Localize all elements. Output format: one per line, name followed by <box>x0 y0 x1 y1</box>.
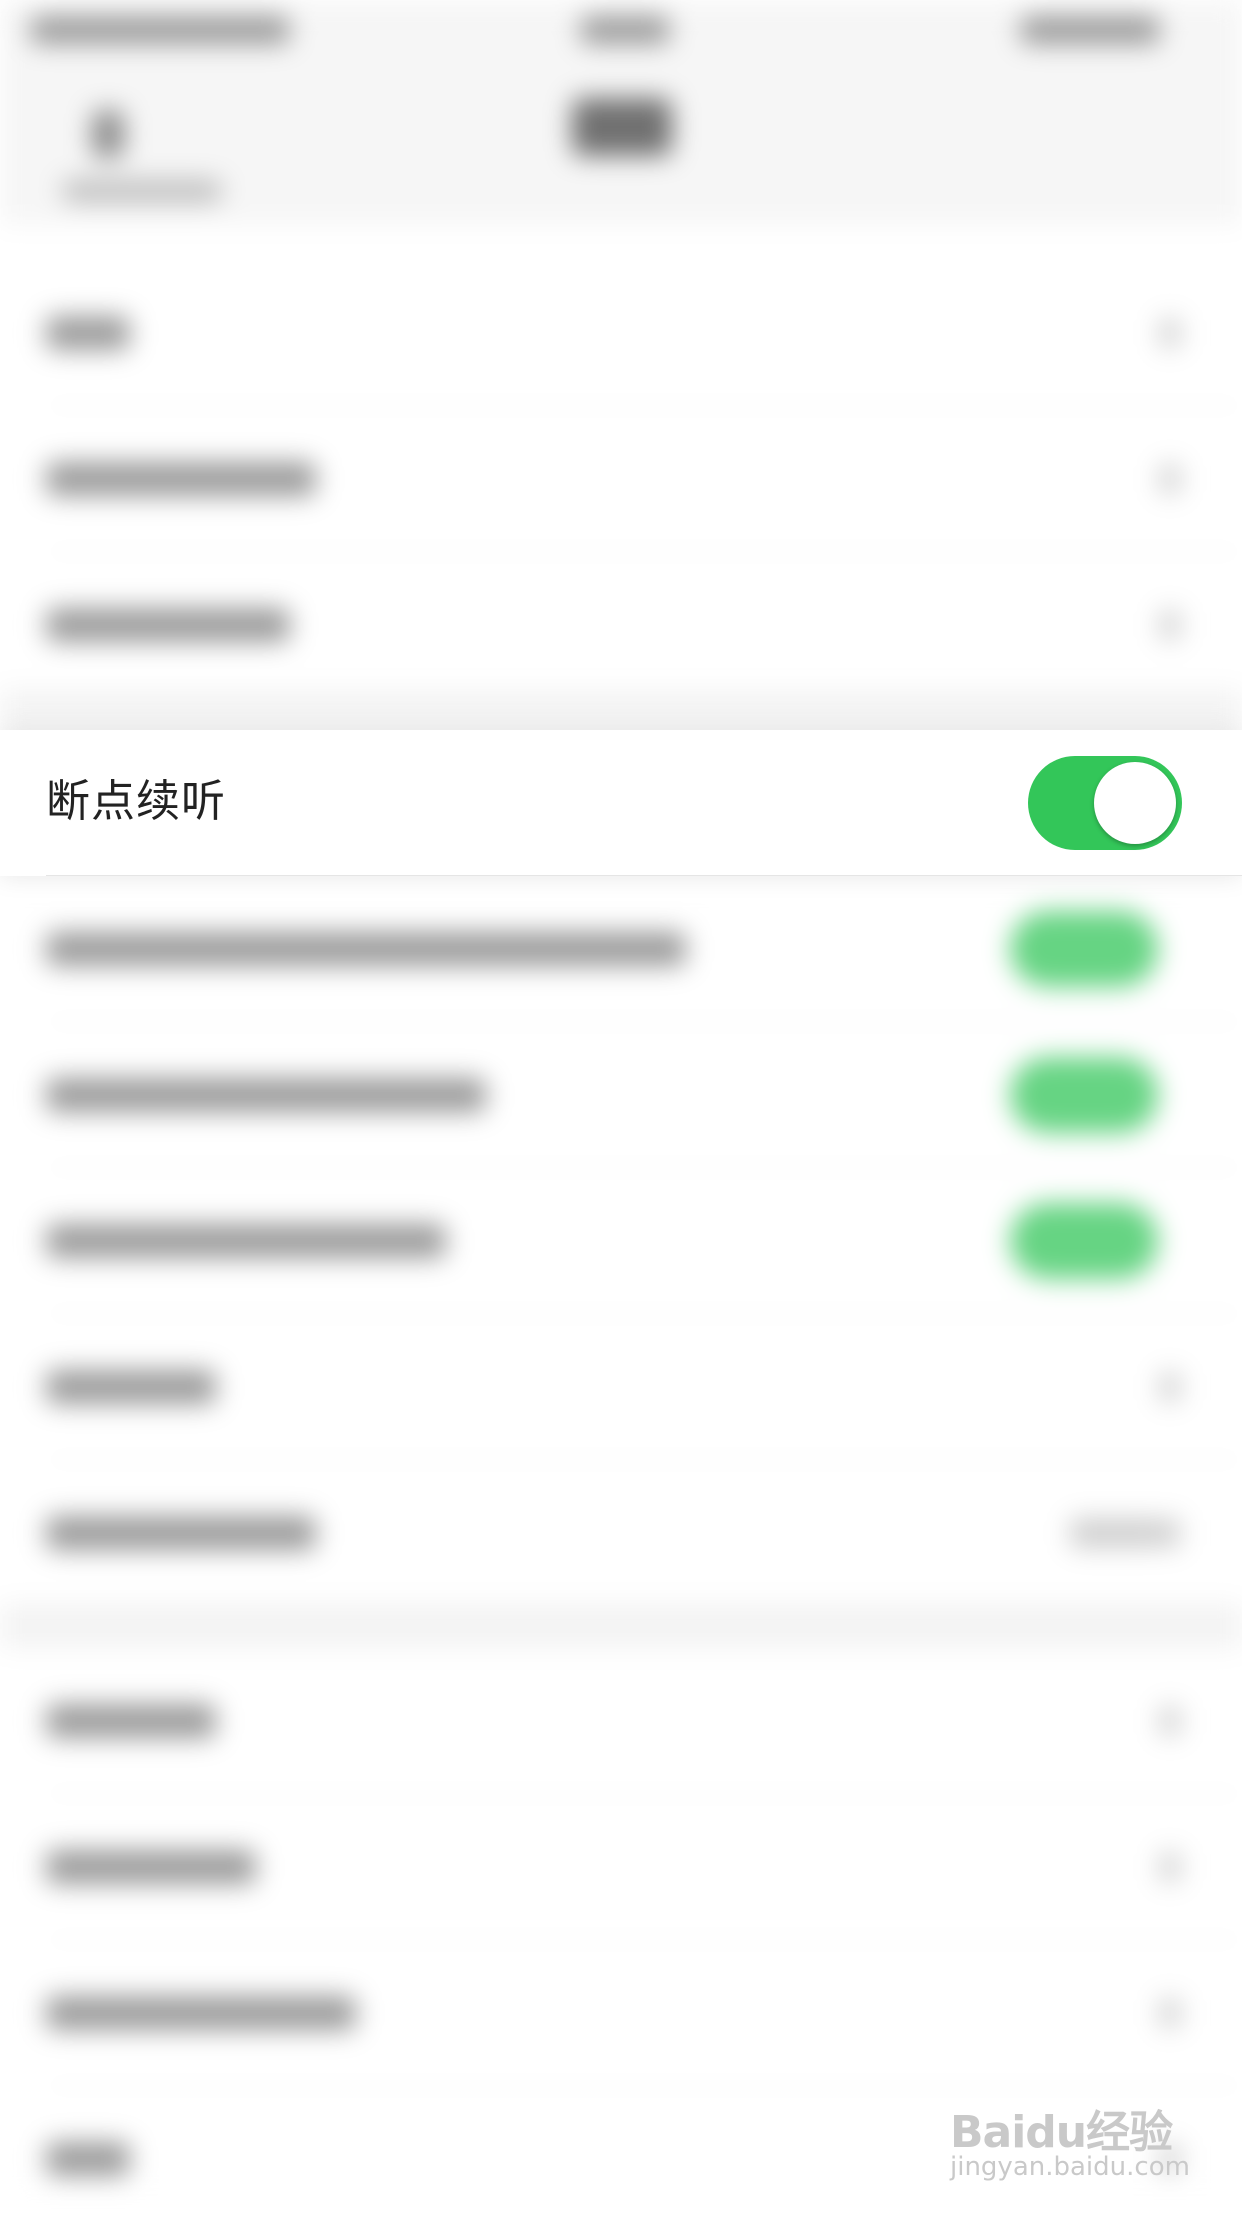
resume-playback-label: 断点续听 <box>46 776 226 827</box>
chevron-right-icon <box>1160 464 1180 494</box>
chevron-right-icon <box>1160 1518 1180 1548</box>
status-bar <box>0 0 1242 64</box>
settings-row[interactable] <box>0 1314 1242 1460</box>
settings-group-2 <box>0 876 1242 1604</box>
settings-row[interactable] <box>0 1794 1242 1940</box>
toggle-switch[interactable] <box>1010 911 1158 987</box>
chevron-right-icon <box>1160 1372 1180 1402</box>
toggle-knob <box>1094 762 1176 844</box>
settings-row[interactable] <box>0 552 1242 698</box>
chevron-right-icon <box>1160 610 1180 640</box>
row-separator <box>46 875 1242 876</box>
page-title <box>572 98 672 156</box>
settings-row[interactable] <box>0 406 1242 552</box>
toggle-switch[interactable] <box>1010 1203 1158 1279</box>
settings-row[interactable] <box>0 1940 1242 2086</box>
settings-group-1 <box>0 224 1242 724</box>
settings-row[interactable] <box>0 1460 1242 1606</box>
status-bar-time <box>580 16 670 44</box>
back-label[interactable] <box>62 180 222 202</box>
resume-playback-row[interactable]: 断点续听 <box>0 730 1242 876</box>
navigation-bar <box>0 64 1242 224</box>
resume-playback-toggle[interactable] <box>1028 756 1182 850</box>
toggle-switch[interactable] <box>1010 1057 1158 1133</box>
chevron-right-icon <box>1160 318 1180 348</box>
chevron-right-icon <box>1160 1852 1180 1882</box>
chevron-right-icon <box>1160 1998 1180 2028</box>
settings-row[interactable] <box>0 1022 1242 1168</box>
back-icon[interactable] <box>92 110 124 158</box>
settings-row[interactable] <box>0 1648 1242 1794</box>
blurred-background <box>0 0 1242 2208</box>
settings-row[interactable] <box>0 876 1242 1022</box>
status-bar-carrier <box>30 16 290 44</box>
baidu-logo: Baidu经验 <box>950 2107 1173 2158</box>
status-bar-battery <box>1020 16 1160 44</box>
settings-row[interactable] <box>0 260 1242 406</box>
settings-row[interactable] <box>0 1168 1242 1314</box>
chevron-right-icon <box>1160 1706 1180 1736</box>
watermark-url: jingyan.baidu.com <box>950 2152 1190 2182</box>
baidu-jingyan-watermark: Baidu经验 jingyan.baidu.com <box>950 2070 1190 2190</box>
